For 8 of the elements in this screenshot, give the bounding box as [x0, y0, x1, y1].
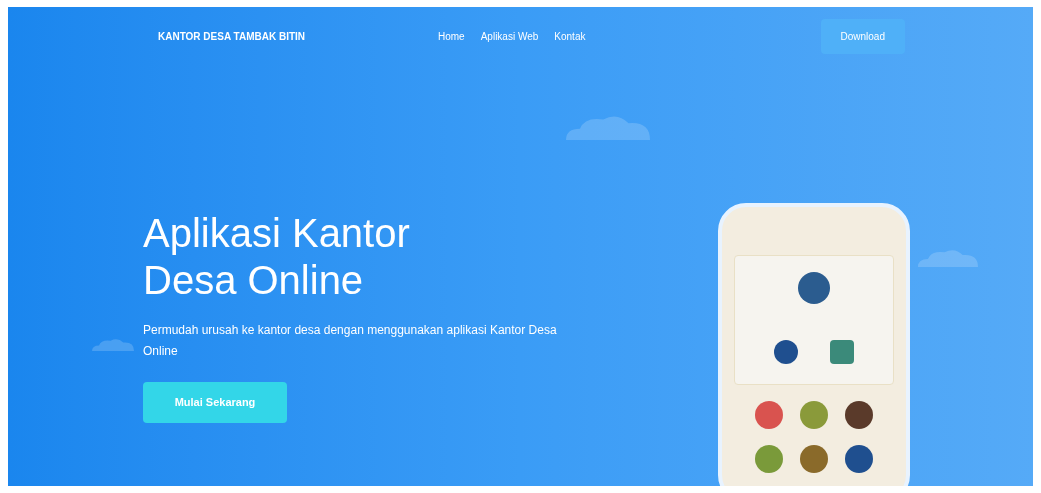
nav-link[interactable]: Kontak: [554, 28, 586, 44]
hero-title: Aplikasi Kantor Desa Online: [143, 210, 411, 304]
brand-name[interactable]: KANTOR DESA TAMBAK BITIN: [158, 28, 438, 44]
download-button[interactable]: Download: [820, 18, 905, 54]
hero-subtitle: Permudah urusah ke kantor desa dengan menggunakan aplikasi Kantor Desa Online: [143, 322, 558, 360]
start-button[interactable]: Mulai Sekarang: [143, 382, 287, 423]
nav-link[interactable]: Aplikasi Web: [480, 28, 539, 44]
nav-link[interactable]: Home: [438, 28, 465, 44]
